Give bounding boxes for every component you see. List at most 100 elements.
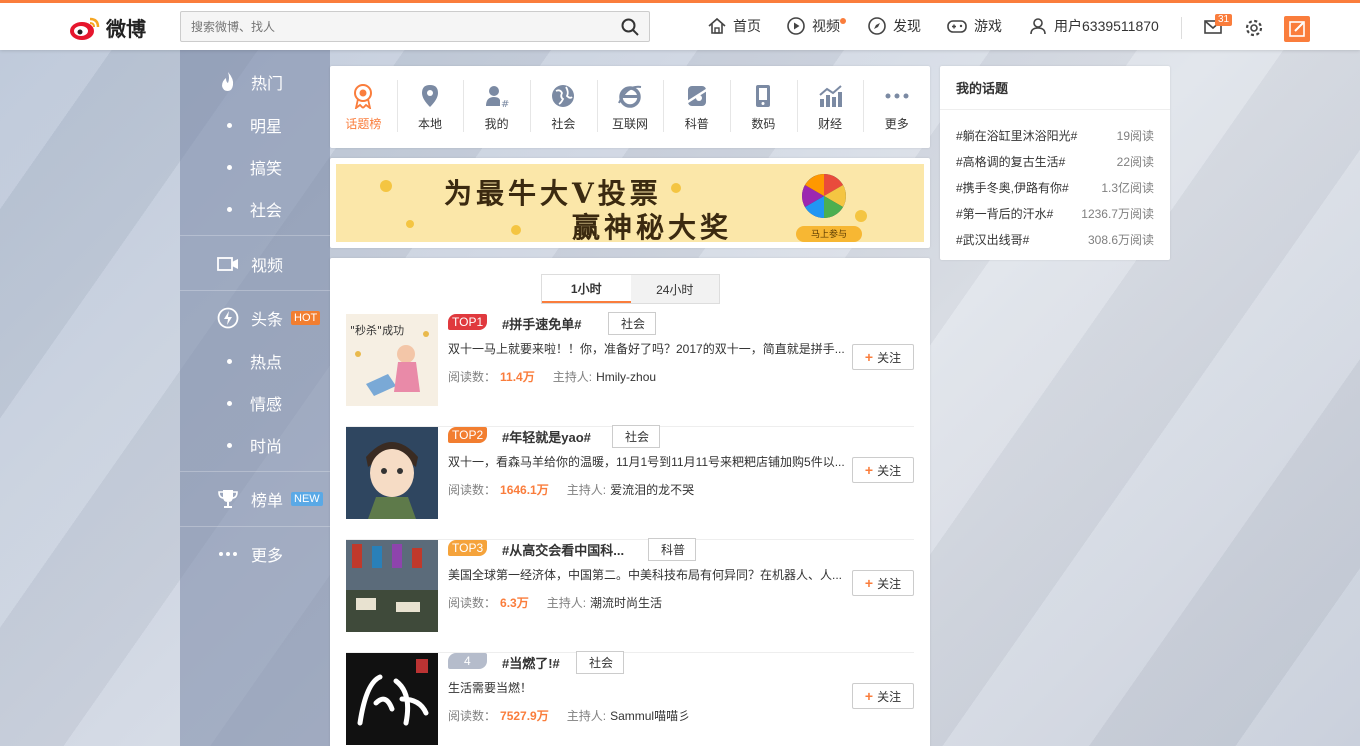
fire-icon [210, 71, 246, 93]
sidebar-item-label: 搞笑 [250, 161, 283, 178]
topic-thumbnail[interactable] [346, 540, 438, 632]
my-topic-row[interactable]: #第一背后的汗水# 1236.7万阅读 [940, 200, 1170, 226]
sidebar-item-more[interactable]: 更多 [180, 542, 330, 566]
my-topic-name[interactable]: #携手冬奥,伊路有你# [956, 179, 1069, 196]
sidebar-item-headlines[interactable]: 头条 HOT [180, 306, 330, 330]
tab-1-hour[interactable]: 1小时 [542, 275, 631, 303]
topic-category[interactable]: 社会 [608, 312, 657, 335]
follow-button[interactable]: + 关注 [852, 344, 914, 370]
category-mine[interactable]: # 我的 [463, 66, 530, 148]
sidebar-item-funny[interactable]: 搞笑 [180, 155, 330, 179]
search-icon[interactable] [621, 18, 639, 36]
topic-title[interactable]: #拼手速免单# [502, 314, 581, 333]
topic-row[interactable]: 4 #当燃了!# 社会 生活需要当燃！ 阅读数： 7527.9万 主持人: Sammu… [346, 651, 914, 746]
topic-title[interactable]: #当燃了!# [502, 653, 560, 672]
topic-title[interactable]: #年轻就是yao# [502, 427, 591, 446]
my-topic-name[interactable]: #武汉出线哥# [956, 231, 1029, 248]
sidebar-item-ranking[interactable]: 榜单 NEW [180, 487, 330, 511]
nav-user[interactable]: 用户6339511870 [1028, 16, 1159, 36]
nav-discover[interactable]: 发现 [867, 16, 921, 36]
plus-icon: + [864, 575, 874, 591]
topic-meta: 阅读数： 7527.9万 主持人: Sammul喵喵彡 [448, 707, 690, 724]
topic-row[interactable]: "秒杀"成功 TOP1 #拼手速免单# 社会 双十一马上就要来啦！！你，准备好了… [346, 312, 914, 427]
topic-row[interactable]: TOP2 #年轻就是yao# 社会 双十一，看森马羊给你的温暖，11月1号到11… [346, 425, 914, 540]
topic-category[interactable]: 科普 [648, 538, 697, 561]
category-internet[interactable]: 互联网 [596, 66, 664, 148]
sidebar-item-video[interactable]: 视频 [180, 252, 330, 276]
follow-button[interactable]: + 关注 [852, 683, 914, 709]
category-label: 互联网 [612, 116, 649, 131]
my-topic-row[interactable]: #高格调的复古生活# 22阅读 [940, 148, 1170, 174]
category-local[interactable]: 本地 [396, 66, 464, 148]
topic-thumbnail[interactable] [346, 653, 438, 745]
topic-list: 1小时 24小时 "秒杀"成功 TOP1 #拼手速免单# 社会 双十一马上就要来… [330, 258, 930, 746]
home-icon [708, 17, 726, 34]
host-name[interactable]: Sammul喵喵彡 [610, 709, 690, 723]
search-input[interactable] [181, 12, 611, 41]
my-topic-name[interactable]: #躺在浴缸里沐浴阳光# [956, 127, 1077, 144]
tab-24-hours[interactable]: 24小时 [630, 275, 719, 303]
topic-category[interactable]: 社会 [612, 425, 661, 448]
messages-button[interactable]: 31 [1203, 14, 1233, 36]
topic-description: 生活需要当燃！ [448, 681, 533, 695]
follow-button[interactable]: + 关注 [852, 570, 914, 596]
phone-icon [756, 84, 771, 107]
category-finance[interactable]: 财经 [796, 66, 864, 148]
sidebar-item-society[interactable]: 社会 [180, 197, 330, 221]
sidebar-item-label: 头条 [251, 312, 284, 329]
follow-button[interactable]: + 关注 [852, 457, 914, 483]
sidebar-item-label: 情感 [250, 397, 283, 414]
host-name[interactable]: Hmily-zhou [596, 370, 656, 384]
reads-count: 6.3万 [500, 596, 529, 610]
topic-description: 美国全球第一经济体，中国第二。中美科技布局有何异同？在机器人、人... [448, 568, 843, 582]
svg-text:"秒杀"成功: "秒杀"成功 [350, 323, 404, 337]
topic-title[interactable]: #从高交会看中国科... [502, 540, 624, 559]
settings-button[interactable] [1244, 18, 1264, 38]
nav-video[interactable]: 视频 [786, 16, 846, 36]
category-digital[interactable]: 数码 [730, 66, 797, 148]
new-tag: NEW [291, 492, 323, 506]
lightning-icon [210, 307, 246, 329]
reads-count: 7527.9万 [500, 709, 549, 723]
sidebar-item-label: 视频 [251, 258, 284, 275]
sidebar-item-fashion[interactable]: 时尚 [180, 433, 330, 457]
left-sidebar: 热门 明星 搞笑 社会 视频 头条 HOT 热点 情感 时尚 榜单 NEW 更多 [180, 50, 330, 746]
sidebar-item-emotion[interactable]: 情感 [180, 391, 330, 415]
sidebar-item-hot[interactable]: 热门 [180, 70, 330, 94]
weibo-logo[interactable]: 微博 [68, 13, 146, 42]
my-topic-reads: 19阅读 [1116, 128, 1154, 143]
sidebar-divider [180, 235, 330, 236]
my-topic-row[interactable]: #武汉出线哥# 308.6万阅读 [940, 226, 1170, 252]
topic-category[interactable]: 社会 [576, 651, 625, 674]
topic-thumbnail[interactable]: "秒杀"成功 [346, 314, 438, 406]
trophy-icon [210, 488, 246, 510]
category-label: 科普 [684, 116, 709, 131]
sidebar-item-label: 热门 [251, 76, 284, 93]
topic-row[interactable]: TOP3 #从高交会看中国科... 科普 美国全球第一经济体，中国第二。中美科技… [346, 538, 914, 653]
sidebar-item-stars[interactable]: 明星 [180, 113, 330, 137]
my-topic-name[interactable]: #高格调的复古生活# [956, 153, 1065, 170]
my-topic-name[interactable]: #第一背后的汗水# [956, 205, 1053, 222]
category-label: 话题榜 [345, 116, 382, 131]
gamepad-icon [947, 20, 967, 33]
host-name[interactable]: 爱流泪的龙不哭 [610, 483, 694, 497]
banner-join-button[interactable]: 马上参与 [796, 226, 862, 242]
category-topic-ranking[interactable]: 话题榜 [330, 66, 397, 148]
my-topic-row[interactable]: #躺在浴缸里沐浴阳光# 19阅读 [940, 122, 1170, 148]
topic-thumbnail[interactable] [346, 427, 438, 519]
sidebar-item-hotspot[interactable]: 热点 [180, 349, 330, 373]
category-more[interactable]: 更多 [863, 66, 930, 148]
my-topic-row[interactable]: #携手冬奥,伊路有你# 1.3亿阅读 [940, 174, 1170, 200]
follow-label: 关注 [877, 576, 902, 591]
category-society[interactable]: 社会 [530, 66, 597, 148]
promo-banner[interactable]: 为最牛大V投票 赢神秘大奖 马上参与 [330, 158, 930, 248]
video-dot [840, 18, 846, 24]
topic-meta: 阅读数： 1646.1万 主持人: 爱流泪的龙不哭 [448, 481, 694, 498]
category-science[interactable]: 科普 [663, 66, 730, 148]
nav-game[interactable]: 游戏 [946, 16, 1002, 36]
compose-button[interactable] [1284, 16, 1310, 42]
nav-home[interactable]: 首页 [707, 16, 761, 36]
weibo-eye-icon [70, 17, 100, 40]
gear-icon [1245, 19, 1263, 37]
host-name[interactable]: 潮流时尚生活 [590, 596, 662, 610]
